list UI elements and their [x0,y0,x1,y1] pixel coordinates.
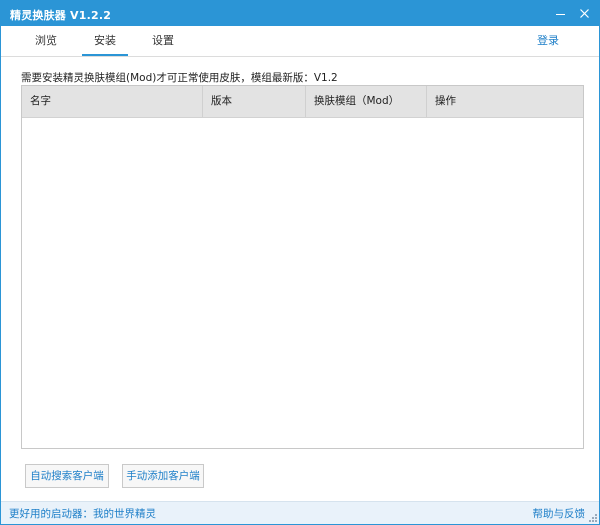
app-window: 精灵换肤器 V1.2.2 浏览 安装 设置 登录 需要安装精灵换肤模组(Mod)… [0,0,600,525]
launcher-promo: 更好用的启动器：我的世界精灵 [9,506,156,521]
help-feedback-link[interactable]: 帮助与反馈 [533,506,586,521]
column-header-action[interactable]: 操作 [427,86,583,117]
launcher-promo-prefix: 更好用的启动器： [9,508,93,520]
title-bar[interactable]: 精灵换肤器 V1.2.2 [1,1,599,26]
column-header-name[interactable]: 名字 [22,86,203,117]
column-header-mod[interactable]: 换肤模组（Mod） [306,86,427,117]
tab-settings[interactable]: 设置 [142,26,184,56]
client-table: 名字 版本 换肤模组（Mod） 操作 [21,85,584,449]
close-icon [579,8,589,18]
tab-install[interactable]: 安装 [82,26,128,56]
status-bar: 更好用的启动器：我的世界精灵 帮助与反馈 [1,501,599,524]
window-title: 精灵换肤器 V1.2.2 [10,9,112,22]
login-link[interactable]: 登录 [537,26,559,56]
table-header: 名字 版本 换肤模组（Mod） 操作 [22,86,583,118]
tab-browse[interactable]: 浏览 [25,26,67,56]
tab-settings-label: 设置 [152,34,174,47]
minimize-button[interactable] [549,3,571,23]
tab-bar: 浏览 安装 设置 登录 [1,26,599,57]
resize-grip-icon[interactable] [588,513,598,523]
table-body [22,117,583,448]
auto-search-client-button[interactable]: 自动搜索客户端 [25,464,109,488]
launcher-link[interactable]: 我的世界精灵 [93,508,156,520]
tab-install-label: 安装 [94,34,116,47]
mod-notice: 需要安装精灵换肤模组(Mod)才可正常使用皮肤，模组最新版：V1.2 [21,72,338,84]
tab-browse-label: 浏览 [35,34,57,47]
minimize-icon [555,13,565,15]
active-tab-indicator [82,54,128,56]
close-button[interactable] [573,3,595,23]
column-header-version[interactable]: 版本 [203,86,306,117]
manual-add-client-button[interactable]: 手动添加客户端 [122,464,204,488]
